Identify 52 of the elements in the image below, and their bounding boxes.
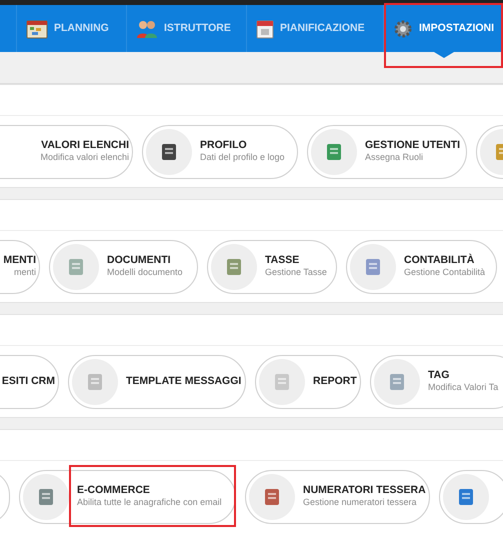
tile-subtitle: menti (14, 267, 36, 279)
tile-subtitle: Dati del profilo e logo (200, 152, 285, 164)
tile-icon (86, 372, 104, 392)
tile-title: REPORT (313, 374, 357, 388)
tile-subtitle: Assegna Ruoli (365, 152, 424, 164)
settings-tile[interactable]: TEMPLATE MESSAGGI (68, 354, 246, 408)
settings-tile[interactable]: VALORI ELENCHI Modifica valori elenchi (0, 124, 133, 178)
tile-icon (273, 372, 291, 392)
settings-icon (393, 18, 413, 38)
tile-icon (457, 486, 475, 506)
tile-subtitle: Abilita tutte le anagrafiche con email (77, 497, 222, 509)
tile-icon (160, 142, 178, 162)
settings-tile[interactable]: CONTABILITÀ Gestione Contabilità (346, 240, 497, 294)
settings-tile[interactable] (439, 470, 503, 524)
calendar-icon (256, 18, 274, 38)
tile-icon (364, 256, 382, 276)
planner-board-icon (26, 18, 48, 38)
settings-tile[interactable]: TASSE Gestione Tasse (207, 240, 337, 294)
tile-subtitle: Gestione Tasse (265, 267, 327, 279)
tile-subtitle: Modifica valori elenchi (40, 152, 129, 164)
tile-subtitle: Gestione numeratori tessera (303, 497, 418, 509)
settings-tile[interactable]: ESITI CRM (0, 354, 59, 408)
tile-title: PROFILO (200, 139, 248, 152)
settings-tile[interactable]: DOCUMENTI Modelli documento (49, 240, 198, 294)
tile-title: VALORI ELENCHI (41, 139, 129, 152)
settings-tile[interactable]: GESTIONE UTENTI Assegna Ruoli (307, 124, 467, 178)
settings-tile[interactable]: PROFILO Dati del profilo e logo (142, 124, 298, 178)
tile-subtitle: Modifica Valori Ta (428, 382, 498, 394)
settings-tile[interactable]: NUMERATORI TESSERA Gestione numeratori tessera (245, 470, 430, 524)
tile-title: TEMPLATE MESSAGGI (126, 374, 242, 388)
tile-icon (325, 142, 343, 162)
tile-title: GESTIONE UTENTI (365, 139, 460, 152)
tile-title: TAG (428, 369, 450, 382)
tile-icon (388, 372, 406, 392)
tile-subtitle: Modelli documento (107, 267, 183, 279)
tile-title: MENTI (3, 254, 36, 268)
settings-tile[interactable]: MENTI menti (0, 240, 40, 294)
tile-subtitle: Gestione Contabilità (404, 267, 486, 279)
tile-icon (263, 486, 281, 506)
tile-icon (67, 256, 85, 276)
tile-icon (37, 486, 55, 506)
tile-title: TASSE (265, 254, 300, 268)
tile-title: ESITI CRM (2, 374, 55, 388)
users-icon (136, 18, 158, 38)
tile-title: NUMERATORI TESSERA (303, 484, 426, 498)
nav-tab[interactable]: IMPOSTAZIONI (419, 20, 494, 36)
tile-title: CONTABILITÀ (404, 254, 476, 268)
tile-title: DOCUMENTI (107, 254, 172, 268)
tile-title: E-COMMERCE (77, 484, 151, 498)
tile-icon (225, 256, 243, 276)
settings-tile[interactable]: REPORT (255, 354, 361, 408)
settings-tile[interactable]: TAG Modifica Valori Ta (370, 354, 503, 408)
